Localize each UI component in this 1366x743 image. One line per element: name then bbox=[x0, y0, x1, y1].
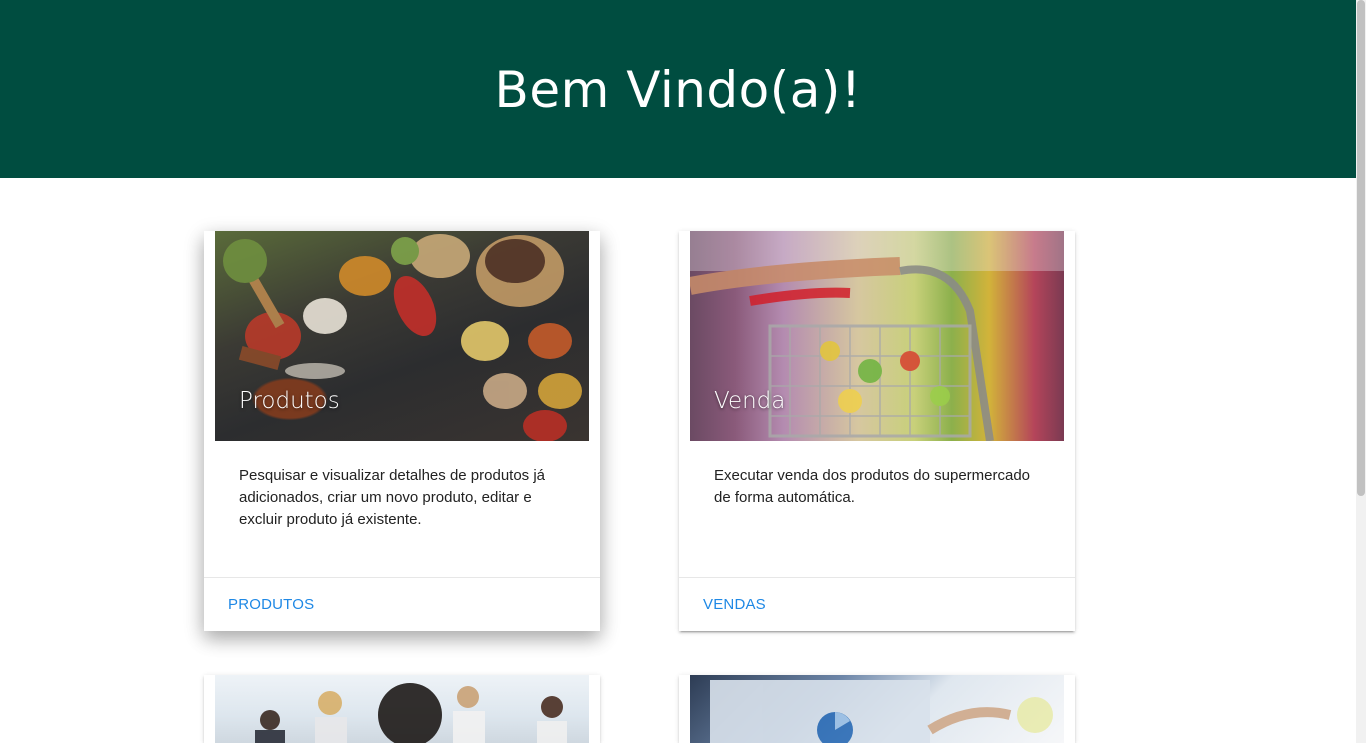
produtos-link[interactable]: PRODUTOS bbox=[228, 596, 314, 613]
card-produtos: Produtos Pesquisar e visualizar detalhes… bbox=[204, 231, 600, 631]
card-team bbox=[204, 675, 600, 743]
card-title-venda: Venda bbox=[714, 388, 786, 414]
page-scrollbar[interactable] bbox=[1356, 0, 1366, 743]
welcome-header: Bem Vindo(a)! bbox=[0, 0, 1356, 178]
card-venda: Venda Executar venda dos produtos do sup… bbox=[679, 231, 1075, 631]
card-image-laptop bbox=[690, 675, 1064, 743]
card-image-venda: Venda bbox=[690, 231, 1064, 441]
laptop-chart-photo bbox=[690, 675, 1064, 743]
scrollbar-thumb[interactable] bbox=[1357, 0, 1365, 496]
card-action-produtos: PRODUTOS bbox=[204, 577, 600, 631]
vendas-link[interactable]: VENDAS bbox=[703, 596, 766, 613]
card-image-team bbox=[215, 675, 589, 743]
card-laptop bbox=[679, 675, 1075, 743]
card-image-produtos: Produtos bbox=[215, 231, 589, 441]
card-description-venda: Executar venda dos produtos do supermerc… bbox=[714, 467, 1031, 506]
team-photo bbox=[215, 675, 589, 743]
card-description-produtos: Pesquisar e visualizar detalhes de produ… bbox=[239, 467, 546, 528]
card-title-produtos: Produtos bbox=[239, 388, 340, 414]
page-title: Bem Vindo(a)! bbox=[494, 61, 862, 119]
card-action-venda: VENDAS bbox=[679, 577, 1075, 631]
